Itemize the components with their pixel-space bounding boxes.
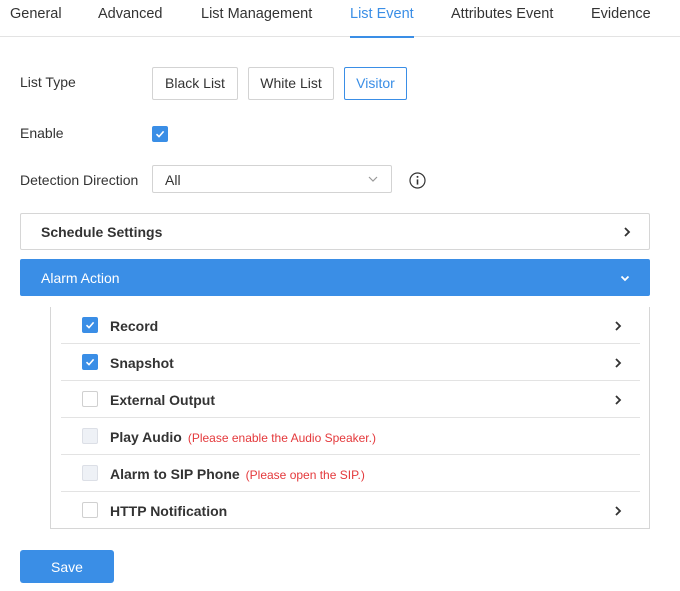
white-list-button[interactable]: White List <box>248 67 334 100</box>
tab-advanced[interactable]: Advanced <box>98 0 163 37</box>
tab-list-event[interactable]: List Event <box>350 0 414 38</box>
chevron-down-icon <box>368 176 378 182</box>
tab-evidence[interactable]: Evidence <box>591 0 651 37</box>
sip-phone-note: (Please open the SIP.) <box>245 468 365 482</box>
chevron-right-icon <box>624 227 631 237</box>
http-notification-checkbox[interactable] <box>82 502 98 518</box>
detection-direction-select[interactable]: All <box>152 165 392 193</box>
detection-direction-label: Detection Direction <box>20 172 139 188</box>
alarm-action-panel[interactable]: Alarm Action <box>20 259 650 296</box>
play-audio-note: (Please enable the Audio Speaker.) <box>187 431 376 445</box>
list-type-label: List Type <box>20 74 76 90</box>
http-notification-label: HTTP Notification <box>110 503 228 519</box>
tab-general[interactable]: General <box>10 0 62 37</box>
sip-phone-checkbox <box>82 465 98 481</box>
chevron-right-icon[interactable] <box>614 357 622 369</box>
external-output-label: External Output <box>110 392 216 408</box>
alarm-action-list: Record Snapshot External Output Play Aud… <box>50 307 650 529</box>
alarm-item-http-notification: HTTP Notification <box>61 492 640 529</box>
detection-direction-value: All <box>165 172 181 188</box>
sip-phone-label: Alarm to SIP Phone <box>110 466 240 482</box>
play-audio-label: Play Audio <box>110 429 182 445</box>
record-checkbox[interactable] <box>82 317 98 333</box>
checkmark-icon <box>85 358 95 366</box>
info-icon[interactable] <box>409 172 426 189</box>
chevron-down-icon <box>620 275 630 282</box>
visitor-button[interactable]: Visitor <box>344 67 407 100</box>
schedule-settings-title: Schedule Settings <box>41 224 163 240</box>
tab-list-management[interactable]: List Management <box>201 0 312 37</box>
external-output-checkbox[interactable] <box>82 391 98 407</box>
tab-attributes-event[interactable]: Attributes Event <box>451 0 553 37</box>
checkmark-icon <box>155 130 165 138</box>
enable-checkbox[interactable] <box>152 126 168 142</box>
alarm-item-sip-phone: Alarm to SIP Phone (Please open the SIP.) <box>61 455 640 492</box>
snapshot-checkbox[interactable] <box>82 354 98 370</box>
record-label: Record <box>110 318 159 334</box>
snapshot-label: Snapshot <box>110 355 174 371</box>
tab-bar: General Advanced List Management List Ev… <box>0 0 680 38</box>
alarm-action-title: Alarm Action <box>41 270 120 286</box>
black-list-button[interactable]: Black List <box>152 67 238 100</box>
chevron-right-icon[interactable] <box>614 394 622 406</box>
chevron-right-icon[interactable] <box>614 505 622 517</box>
enable-label: Enable <box>20 125 64 141</box>
alarm-item-external-output: External Output <box>61 381 640 418</box>
alarm-item-snapshot: Snapshot <box>61 344 640 381</box>
checkmark-icon <box>85 321 95 329</box>
play-audio-checkbox <box>82 428 98 444</box>
save-button[interactable]: Save <box>20 550 114 583</box>
chevron-right-icon[interactable] <box>614 320 622 332</box>
alarm-item-play-audio: Play Audio (Please enable the Audio Speak… <box>61 418 640 455</box>
schedule-settings-panel[interactable]: Schedule Settings <box>20 213 650 250</box>
alarm-item-record: Record <box>61 307 640 344</box>
